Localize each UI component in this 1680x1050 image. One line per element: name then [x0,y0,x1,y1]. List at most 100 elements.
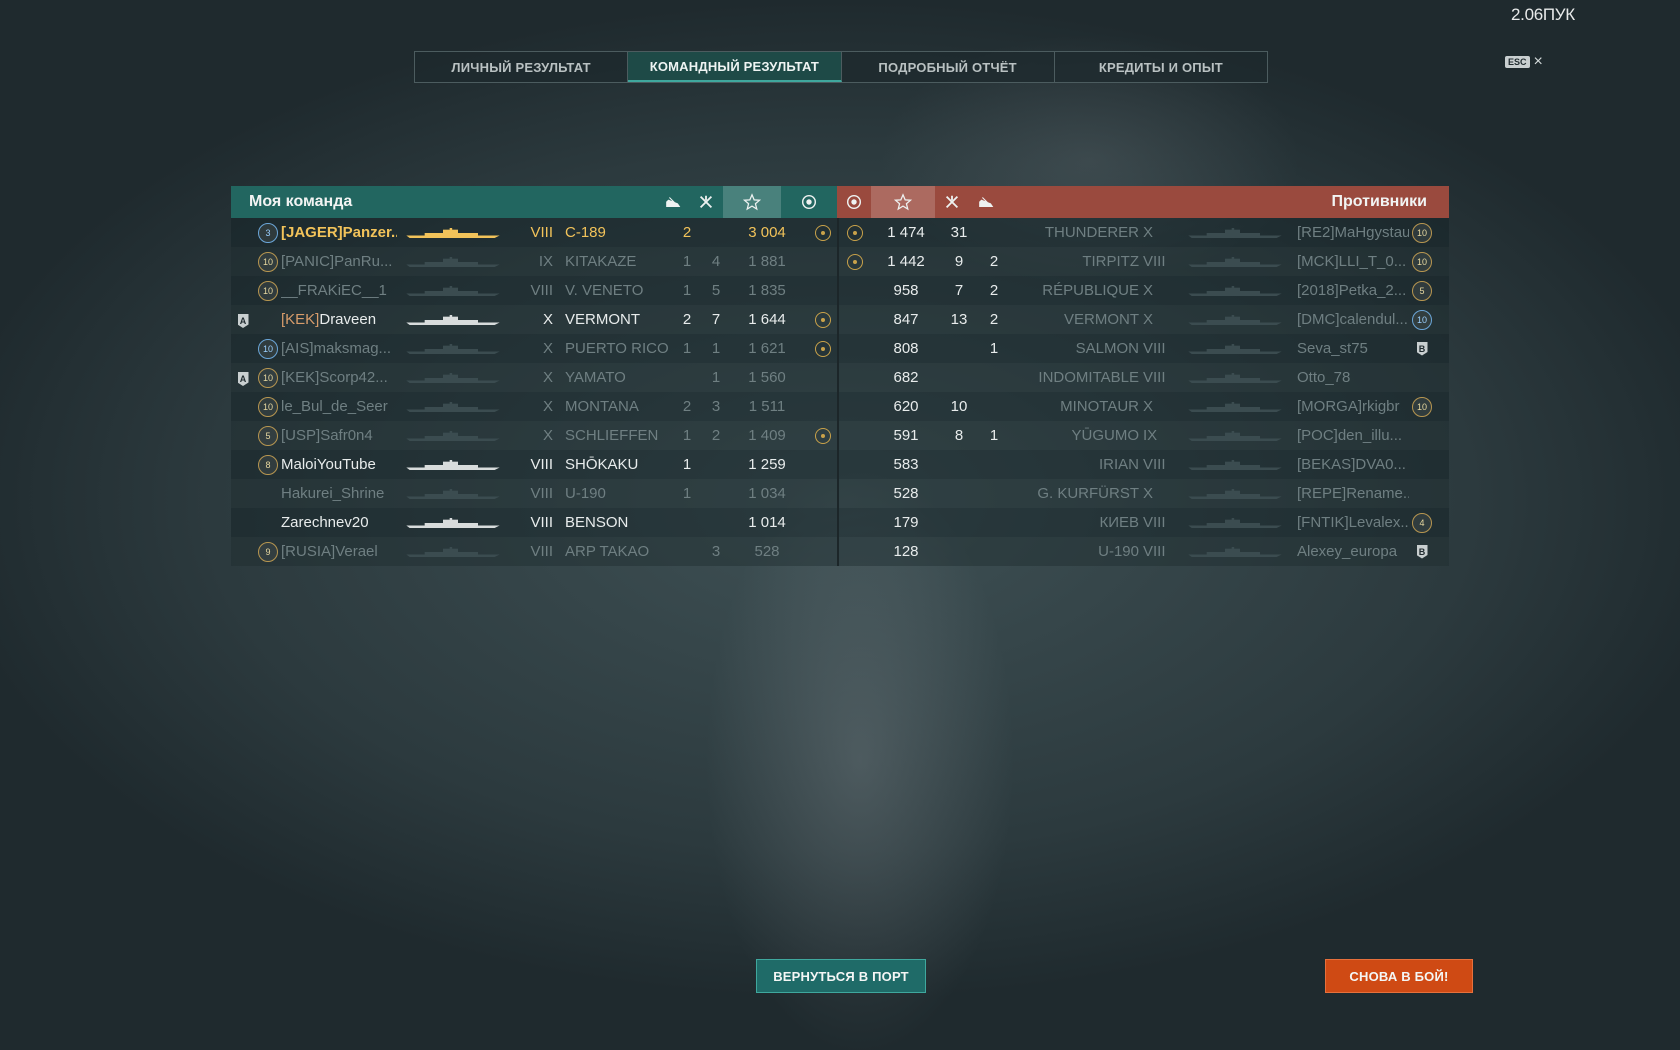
player-name[interactable]: __FRAKiEC__1 [281,282,397,299]
player-row[interactable]: 1 474 31 THUNDERER X [RE2] MaHgystau 10 [839,218,1449,247]
aircraft-destroyed: 5 [711,282,721,299]
ship-kill-icon[interactable] [657,186,690,218]
ship-tier: VIII [530,224,553,241]
player-row[interactable]: 958 7 2 RÉPUBLIQUE X [2018] Petka_2... 5 [839,276,1449,305]
player-name[interactable]: [2018] Petka_2... [1297,282,1409,299]
player-name[interactable]: [KEK] Draveen [281,311,397,328]
player-row[interactable]: 583 IRIAN VIII [BEKAS] DVA0... [839,450,1449,479]
player-nickname: Seva_st75 [1297,340,1368,357]
player-row[interactable]: A 10 [KEK] Scorp42... X YAMATO 1 1 560 [231,363,837,392]
player-name[interactable]: [REPE] Rename... [1297,485,1409,502]
player-name[interactable]: Zarechnev20 [281,514,397,531]
player-row[interactable]: 682 INDOMITABLE VIII Otto_78 [839,363,1449,392]
player-name[interactable]: [AIS] maksmag... [281,340,397,357]
tab-credits-xp[interactable]: КРЕДИТЫ И ОПЫТ [1055,52,1267,82]
player-name[interactable]: [POC] den_illu... [1297,427,1409,444]
star-icon[interactable] [871,186,935,218]
tab-detailed-report[interactable]: ПОДРОБНЫЙ ОТЧЁТ [842,52,1055,82]
player-name[interactable]: [BEKAS] DVA0... [1297,456,1409,473]
player-name[interactable]: [MORGA] rkigbr [1297,398,1409,415]
player-row[interactable]: 10 [AIS] maksmag... X PUERTO RICO 1 1 1 621 [231,334,837,363]
ships-destroyed: 2 [682,311,692,328]
ship-silhouette [397,343,521,354]
player-name[interactable]: Alexey_europa [1297,543,1409,560]
table-header: Моя команда Противники [231,186,1449,218]
rank-badge-cell: 5 [1409,280,1435,301]
player-row[interactable]: 620 10 MINOTAUR X [MORGA] rkigbr 10 [839,392,1449,421]
player-name[interactable]: [RE2] MaHgystau [1297,224,1409,241]
player-row[interactable]: 591 8 1 YŪGUMO IX [POC] den_illu... [839,421,1449,450]
player-row[interactable]: 9 [RUSIA] Verael VIII ARP TAKAO 3 528 [231,537,837,566]
enemy-team-header: Противники [837,186,1449,218]
medal-icon [847,253,863,270]
player-row[interactable]: 128 U-190 VIII Alexey_europa B [839,537,1449,566]
player-row[interactable]: 10 __FRAKiEC__1 VIII V. VENETO 1 5 1 835 [231,276,837,305]
ship-name: BENSON [565,514,629,531]
close-icon[interactable]: × [1534,54,1543,70]
ship-name: KITAKAZE [565,253,637,270]
rank-badge: 10 [1412,251,1432,272]
ship-silhouette [1173,227,1297,238]
medal-icon [815,427,831,444]
ships-destroyed: 1 [682,427,692,444]
player-name[interactable]: [JAGER]Panzer... [281,224,397,241]
medal-icon[interactable] [837,186,871,218]
player-row[interactable]: A [KEK] Draveen X VERMONT 2 7 1 644 [231,305,837,334]
close-control[interactable]: ESC × [1505,54,1543,70]
player-name[interactable]: le_Bul_de_Seer [281,398,397,415]
ship-name: THUNDERER [1044,224,1139,241]
ships-destroyed: 2 [989,253,999,270]
my-team-header: Моя команда [231,186,837,218]
player-name[interactable]: [USP] Safr0n4 [281,427,397,444]
ship-tier: IX [1143,427,1158,444]
player-name[interactable]: Seva_st75 [1297,340,1409,357]
tab-team-result[interactable]: КОМАНДНЫЙ РЕЗУЛЬТАТ [628,52,842,82]
aircraft-kill-icon[interactable] [690,186,723,218]
player-row[interactable]: 10 [PANIC] PanRu... IX KITAKAZE 1 4 1 881 [231,247,837,276]
player-name[interactable]: [RUSIA] Verael [281,543,397,560]
star-icon[interactable] [722,186,781,218]
player-row[interactable]: 1 442 9 2 TIRPITZ VIII [MCK] LLI_T_0... 10 [839,247,1449,276]
ship-tier: VIII [1143,369,1166,386]
medal-cell [839,224,871,241]
player-name[interactable]: [MCK] LLI_T_0... [1297,253,1409,270]
player-name[interactable]: [KEK] Scorp42... [281,369,397,386]
player-row[interactable]: 3[JAGER]Panzer... VIII C-189 2 3 004 [231,218,837,247]
player-name[interactable]: Hakurei_Shrine [281,485,397,502]
ship-name: PUERTO RICO [565,340,669,357]
team-results-table: Моя команда Противники 3 [JAGER] Panzer.… [231,186,1449,566]
tab-personal-result[interactable]: ЛИЧНЫЙ РЕЗУЛЬТАТ [415,52,629,82]
medal-icon [815,311,831,328]
clan-tag: [JAGER] [281,224,343,241]
player-row[interactable]: 528 G. KURFÜRST X [REPE] Rename... [839,479,1449,508]
player-name[interactable]: [DMC] calendul... [1297,311,1409,328]
aircraft-kill-icon[interactable] [935,186,969,218]
ships-destroyed: 2 [989,311,999,328]
player-row[interactable]: 179 КИЕВ VIII [FNTIK] Levalex... 4 [839,508,1449,537]
player-row[interactable]: 5 [USP] Safr0n4 X SCHLIEFFEN 1 2 1 409 [231,421,837,450]
player-row[interactable]: Hakurei_Shrine VIII U-190 1 1 034 [231,479,837,508]
player-name[interactable]: Otto_78 [1297,369,1409,386]
player-row[interactable]: 10 le_Bul_de_Seer X MONTANA 2 3 1 511 [231,392,837,421]
player-nickname: rkigbr [1362,398,1400,415]
player-row[interactable]: Zarechnev20 VIII BENSON 1 014 [231,508,837,537]
player-name[interactable]: MaloiYouTube [281,456,397,473]
player-row[interactable]: 847 13 2 VERMONT X [DMC] calendul... 10 [839,305,1449,334]
rank-badge: 10 [258,338,278,359]
ship-kill-icon[interactable] [969,186,1003,218]
division-icon: A [237,314,249,328]
ships-destroyed: 1 [682,456,692,473]
battle-again-button[interactable]: СНОВА В БОЙ! [1325,959,1473,993]
player-name[interactable]: [FNTIK] Levalex... [1297,514,1409,531]
ship-tier: X [1143,398,1154,415]
clan-tag: [REPE] [1297,485,1347,502]
return-to-port-button[interactable]: ВЕРНУТЬСЯ В ПОРТ [756,959,926,993]
player-name[interactable]: [PANIC] PanRu... [281,253,397,270]
medal-icon[interactable] [781,186,837,218]
ship-silhouette [1173,459,1297,470]
ship-tier: VIII [1143,543,1166,560]
player-row[interactable]: 808 1 SALMON VIII Seva_st75 B [839,334,1449,363]
ship-tier: IX [538,253,553,270]
base-xp: 1 560 [748,369,786,386]
player-row[interactable]: 8 MaloiYouTube VIII SHŌKAKU 1 1 259 [231,450,837,479]
